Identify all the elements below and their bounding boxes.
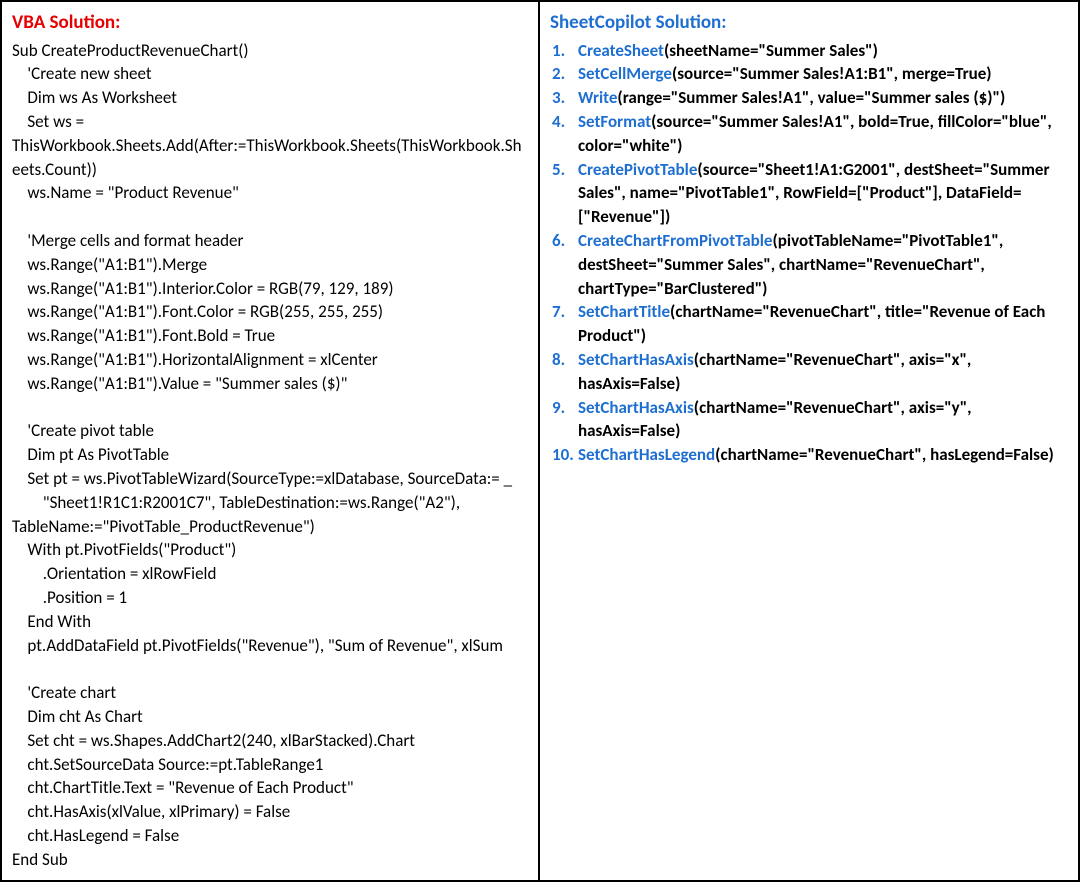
step-function: Write [578, 87, 617, 108]
step-function: SetFormat [578, 111, 651, 132]
step-function: CreateSheet [578, 40, 664, 61]
step-function: SetChartHasLegend [578, 444, 715, 465]
step-number: 4. [552, 110, 565, 134]
step-number: 1. [552, 39, 565, 63]
step-number: 8. [552, 348, 565, 372]
list-item: 7.SetChartTitle(chartName="RevenueChart"… [578, 300, 1068, 348]
sheetcopilot-title: SheetCopilot Solution: [550, 10, 1068, 37]
list-item: 9.SetChartHasAxis(chartName="RevenueChar… [578, 396, 1068, 444]
comparison-container: VBA Solution: Sub CreateProductRevenueCh… [0, 0, 1080, 882]
list-item: 8.SetChartHasAxis(chartName="RevenueChar… [578, 348, 1068, 396]
step-function: SetChartTitle [578, 301, 670, 322]
list-item: 10.SetChartHasLegend(chartName="RevenueC… [578, 443, 1068, 467]
step-args: (sheetName="Summer Sales") [664, 40, 878, 61]
sheetcopilot-column: SheetCopilot Solution: 1.CreateSheet(she… [540, 2, 1078, 880]
list-item: 3.Write(range="Summer Sales!A1", value="… [578, 86, 1068, 110]
step-args: (source="Summer Sales!A1:B1", merge=True… [672, 63, 992, 84]
step-function: SetChartHasAxis [578, 397, 694, 418]
step-args: (chartName="RevenueChart", hasLegend=Fal… [715, 444, 1054, 465]
step-args: (range="Summer Sales!A1", value="Summer … [617, 87, 1005, 108]
step-number: 3. [552, 86, 565, 110]
step-function: CreatePivotTable [578, 159, 697, 180]
step-function: CreateChartFromPivotTable [578, 230, 772, 251]
list-item: 5.CreatePivotTable(source="Sheet1!A1:G20… [578, 158, 1068, 229]
step-number: 9. [552, 396, 565, 420]
list-item: 4.SetFormat(source="Summer Sales!A1", bo… [578, 110, 1068, 158]
list-item: 6.CreateChartFromPivotTable(pivotTableNa… [578, 229, 1068, 300]
step-number: 10. [552, 443, 574, 467]
vba-column: VBA Solution: Sub CreateProductRevenueCh… [2, 2, 540, 880]
step-function: SetCellMerge [578, 63, 672, 84]
vba-title: VBA Solution: [12, 10, 528, 37]
step-number: 6. [552, 229, 565, 253]
list-item: 1.CreateSheet(sheetName="Summer Sales") [578, 39, 1068, 63]
sheetcopilot-steps: 1.CreateSheet(sheetName="Summer Sales") … [550, 39, 1068, 467]
list-item: 2.SetCellMerge(source="Summer Sales!A1:B… [578, 62, 1068, 86]
vba-code-block: Sub CreateProductRevenueChart() 'Create … [12, 39, 528, 872]
step-number: 2. [552, 62, 565, 86]
step-number: 5. [552, 158, 565, 182]
step-function: SetChartHasAxis [578, 349, 694, 370]
step-number: 7. [552, 300, 565, 324]
